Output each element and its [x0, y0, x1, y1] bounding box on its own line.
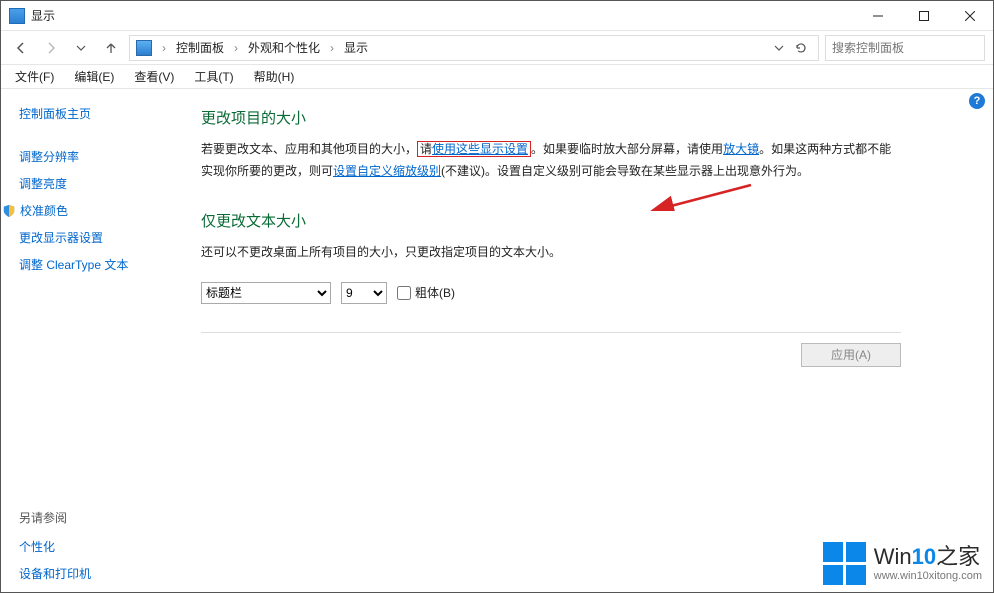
font-size-select[interactable]: 9 — [341, 282, 387, 304]
apply-row: 应用(A) — [201, 343, 901, 367]
crumb-sep-icon: › — [326, 41, 338, 55]
see-also-heading: 另请参阅 — [19, 509, 157, 526]
divider — [201, 332, 901, 333]
watermark-text: Win10之家 www.win10xitong.com — [874, 545, 982, 581]
close-icon — [965, 11, 975, 21]
link-use-display-settings[interactable]: 使用这些显示设置 — [432, 142, 528, 156]
window-root: 显示 › 控制面板 › 外观和个性化 › — [0, 0, 994, 593]
menu-help[interactable]: 帮助(H) — [246, 65, 303, 88]
minimize-icon — [873, 11, 883, 21]
ui-item-select[interactable]: 标题栏 — [201, 282, 331, 304]
sidebar-row-calibrate: 校准颜色 — [2, 202, 157, 219]
maximize-icon — [919, 11, 929, 21]
watermark: Win10之家 www.win10xitong.com — [823, 542, 982, 585]
chevron-down-icon — [774, 43, 784, 53]
section-heading-text-only: 仅更改文本大小 — [201, 210, 963, 231]
search-input[interactable] — [832, 41, 987, 55]
back-button[interactable] — [9, 36, 33, 60]
search-box[interactable] — [825, 35, 985, 61]
sidebar-link-display-settings[interactable]: 更改显示器设置 — [19, 229, 157, 246]
crumb-sep-icon: › — [158, 41, 170, 55]
apply-button[interactable]: 应用(A) — [801, 343, 901, 367]
see-also-personalize[interactable]: 个性化 — [19, 538, 157, 555]
recent-dropdown[interactable] — [69, 36, 93, 60]
sidebar-link-resolution[interactable]: 调整分辨率 — [19, 148, 157, 165]
sidebar-link-brightness[interactable]: 调整亮度 — [19, 175, 157, 192]
window-title: 显示 — [31, 7, 55, 24]
windows-logo-icon — [823, 542, 866, 585]
arrow-left-icon — [14, 41, 28, 55]
text: 请 — [420, 142, 432, 156]
app-icon — [9, 8, 25, 24]
breadcrumb-box[interactable]: › 控制面板 › 外观和个性化 › 显示 — [129, 35, 819, 61]
menu-edit[interactable]: 编辑(E) — [66, 65, 122, 88]
up-button[interactable] — [99, 36, 123, 60]
body-area: ? 控制面板主页 调整分辨率 调整亮度 校准颜色 更改显示器设置 调整 Clea… — [1, 89, 993, 592]
menu-tools[interactable]: 工具(T) — [186, 65, 241, 88]
paragraph-text-only: 还可以不更改桌面上所有项目的大小，只更改指定项目的文本大小。 — [201, 241, 963, 263]
forward-button[interactable] — [39, 36, 63, 60]
menu-view[interactable]: 查看(V) — [126, 65, 182, 88]
minimize-button[interactable] — [855, 1, 901, 31]
crumb-sep-icon: › — [230, 41, 242, 55]
shield-icon — [2, 204, 16, 218]
breadcrumb-dropdown[interactable] — [768, 36, 790, 60]
menu-file[interactable]: 文件(F) — [7, 65, 62, 88]
sidebar-link-calibrate[interactable]: 校准颜色 — [20, 202, 68, 219]
highlighted-link-box: 请使用这些显示设置 — [417, 141, 531, 157]
menubar: 文件(F) 编辑(E) 查看(V) 工具(T) 帮助(H) — [1, 65, 993, 89]
section-heading-resize: 更改项目的大小 — [201, 107, 963, 128]
maximize-button[interactable] — [901, 1, 947, 31]
bold-checkbox-row[interactable]: 粗体(B) — [397, 284, 455, 301]
link-custom-scaling[interactable]: 设置自定义缩放级别 — [333, 164, 441, 178]
text: (不建议)。设置自定义级别可能会导致在某些显示器上出现意外行为。 — [441, 164, 809, 178]
link-magnifier[interactable]: 放大镜 — [723, 142, 759, 156]
sidebar-home[interactable]: 控制面板主页 — [19, 105, 157, 122]
arrow-up-icon — [104, 41, 118, 55]
bold-label: 粗体(B) — [415, 284, 455, 301]
control-panel-icon — [136, 40, 152, 56]
text-size-controls: 标题栏 9 粗体(B) — [201, 282, 963, 304]
text: 若要更改文本、应用和其他项目的大小， — [201, 142, 417, 156]
text: 。如果要临时放大部分屏幕，请使用 — [531, 142, 723, 156]
sidebar-link-cleartype[interactable]: 调整 ClearType 文本 — [19, 256, 157, 273]
bold-checkbox[interactable] — [397, 286, 411, 300]
close-button[interactable] — [947, 1, 993, 31]
titlebar: 显示 — [1, 1, 993, 31]
paragraph-resize: 若要更改文本、应用和其他项目的大小，请使用这些显示设置。如果要临时放大部分屏幕，… — [201, 138, 901, 182]
see-also-devices[interactable]: 设备和打印机 — [19, 565, 157, 582]
breadcrumb[interactable]: 控制面板 — [176, 39, 224, 56]
arrow-right-icon — [44, 41, 58, 55]
chevron-down-icon — [76, 43, 86, 53]
refresh-icon — [795, 42, 807, 54]
address-bar: › 控制面板 › 外观和个性化 › 显示 — [1, 31, 993, 65]
refresh-button[interactable] — [790, 36, 812, 60]
main-content: 更改项目的大小 若要更改文本、应用和其他项目的大小，请使用这些显示设置。如果要临… — [171, 89, 993, 592]
breadcrumb[interactable]: 外观和个性化 — [248, 39, 320, 56]
sidebar: 控制面板主页 调整分辨率 调整亮度 校准颜色 更改显示器设置 调整 ClearT… — [1, 89, 171, 592]
breadcrumb[interactable]: 显示 — [344, 39, 368, 56]
